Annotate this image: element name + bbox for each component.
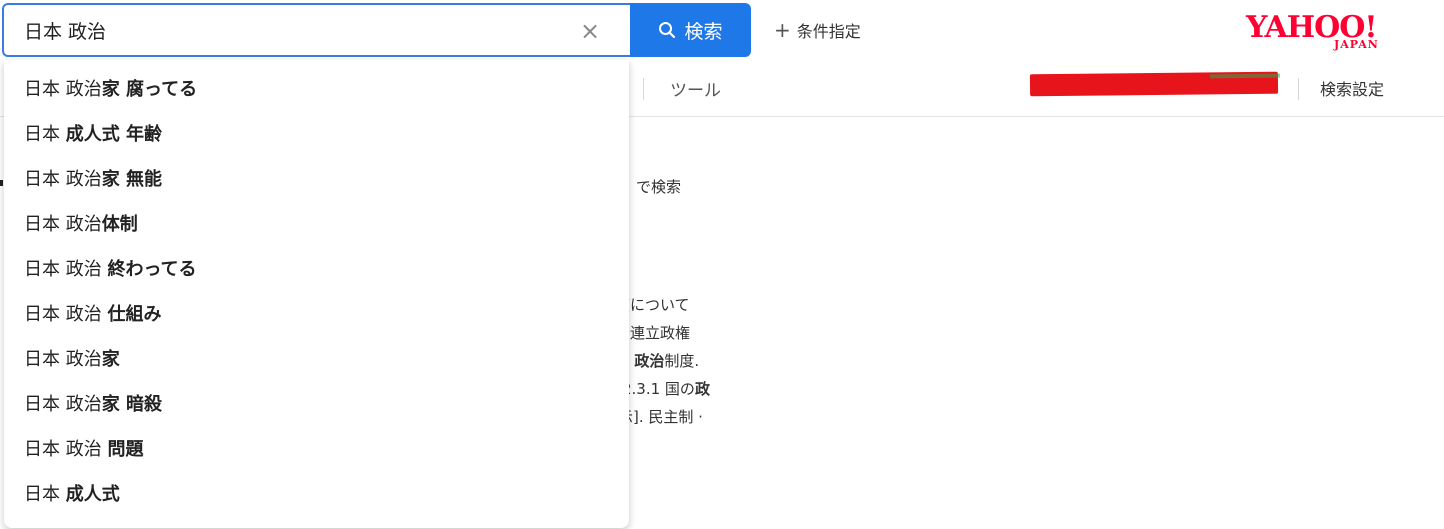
bullet-dot bbox=[0, 180, 3, 186]
search-input[interactable] bbox=[24, 5, 564, 55]
suggestion-item[interactable]: 日本 政治 問題 bbox=[4, 427, 629, 472]
logo-sub: JAPAN bbox=[1334, 38, 1379, 51]
snippet-line: 示]. 民主制 · bbox=[618, 408, 703, 426]
redacted-user-info bbox=[1029, 71, 1279, 97]
search-settings-link[interactable]: 検索設定 bbox=[1320, 76, 1384, 100]
suggestion-item[interactable]: 日本 政治家 bbox=[4, 337, 629, 382]
suggestion-dropdown: 日本 政治家 腐ってる 日本 成人式 年齢 日本 政治家 無能 日本 政治体制 … bbox=[4, 60, 629, 528]
search-box[interactable]: × bbox=[2, 3, 630, 57]
tab-tools[interactable]: ツール bbox=[670, 76, 721, 101]
suggestion-item[interactable]: 日本 政治家 腐ってる bbox=[4, 67, 629, 112]
plus-icon: + bbox=[774, 18, 791, 42]
suggestion-item[interactable]: 日本 成人式 年齢 bbox=[4, 112, 629, 157]
advanced-search-link[interactable]: + 条件指定 bbox=[774, 18, 861, 42]
suggestion-item[interactable]: 日本 政治家 暗殺 bbox=[4, 382, 629, 427]
suggestion-item[interactable]: 日本 政治 終わってる bbox=[4, 247, 629, 292]
suggestion-item[interactable]: 日本 政治体制 bbox=[4, 202, 629, 247]
nav-divider bbox=[1298, 78, 1299, 100]
suggestion-item[interactable]: 日本 政治家 無能 bbox=[4, 157, 629, 202]
suggestion-item[interactable]: 日本 政治 仕組み bbox=[4, 292, 629, 337]
snippet-line: 2.3.1 国の政 bbox=[622, 380, 710, 398]
suggestion-item[interactable]: 日本 成人式 bbox=[4, 472, 629, 517]
snippet-line: 1 政治制度. bbox=[620, 352, 700, 370]
nav-divider bbox=[643, 78, 644, 100]
yahoo-japan-logo[interactable]: YAHOO! JAPAN bbox=[1246, 10, 1392, 54]
search-button-label: 検索 bbox=[684, 20, 723, 43]
search-button[interactable]: 検索 bbox=[630, 3, 751, 57]
advanced-search-label: 条件指定 bbox=[796, 22, 861, 41]
clear-icon[interactable]: × bbox=[574, 15, 606, 47]
search-icon bbox=[659, 22, 676, 39]
